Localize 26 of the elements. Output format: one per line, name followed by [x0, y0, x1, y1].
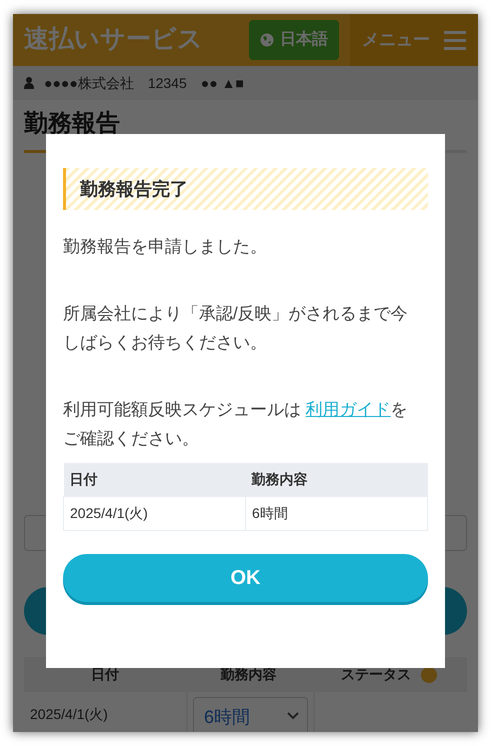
menu-icon: [444, 30, 466, 50]
column-header: 日付: [70, 470, 98, 487]
company-name: ●●●●株式会社: [44, 74, 134, 92]
user-code: 12345: [148, 74, 187, 92]
hours-select[interactable]: 6時間: [193, 697, 308, 732]
chevron-down-icon: [287, 712, 299, 720]
column-header: 日付: [91, 665, 119, 684]
dialog-message: 所属会社により「承認/反映」がされるまで今しばらくお待ちください。: [63, 303, 409, 354]
dialog-title: 勤務報告完了: [63, 168, 428, 210]
column-header: ステータス: [341, 665, 411, 684]
app-title: 速払いサービス: [24, 24, 204, 56]
user-icon: [24, 77, 34, 89]
table-cell: 6時間: [252, 504, 288, 520]
date-cell-text: 2025/4/1(火): [30, 705, 108, 724]
column-header: 勤務内容: [220, 665, 276, 684]
page-title: 勤務報告: [24, 109, 121, 139]
globe-icon: [260, 33, 274, 47]
ok-button[interactable]: OK: [63, 554, 428, 602]
language-button[interactable]: 日本語: [249, 20, 339, 60]
dialog-message: 勤務報告を申請しました。: [63, 236, 268, 258]
user-name: ●● ▲■: [200, 74, 244, 92]
guide-note: 利用可能額反映スケジュールは 利用ガイド をご確認ください。: [63, 399, 409, 450]
guide-link[interactable]: 利用ガイド: [306, 400, 391, 419]
menu-button[interactable]: メニュー: [350, 14, 478, 66]
column-header: 勤務内容: [252, 470, 308, 487]
table-cell: 2025/4/1(火): [70, 504, 148, 520]
